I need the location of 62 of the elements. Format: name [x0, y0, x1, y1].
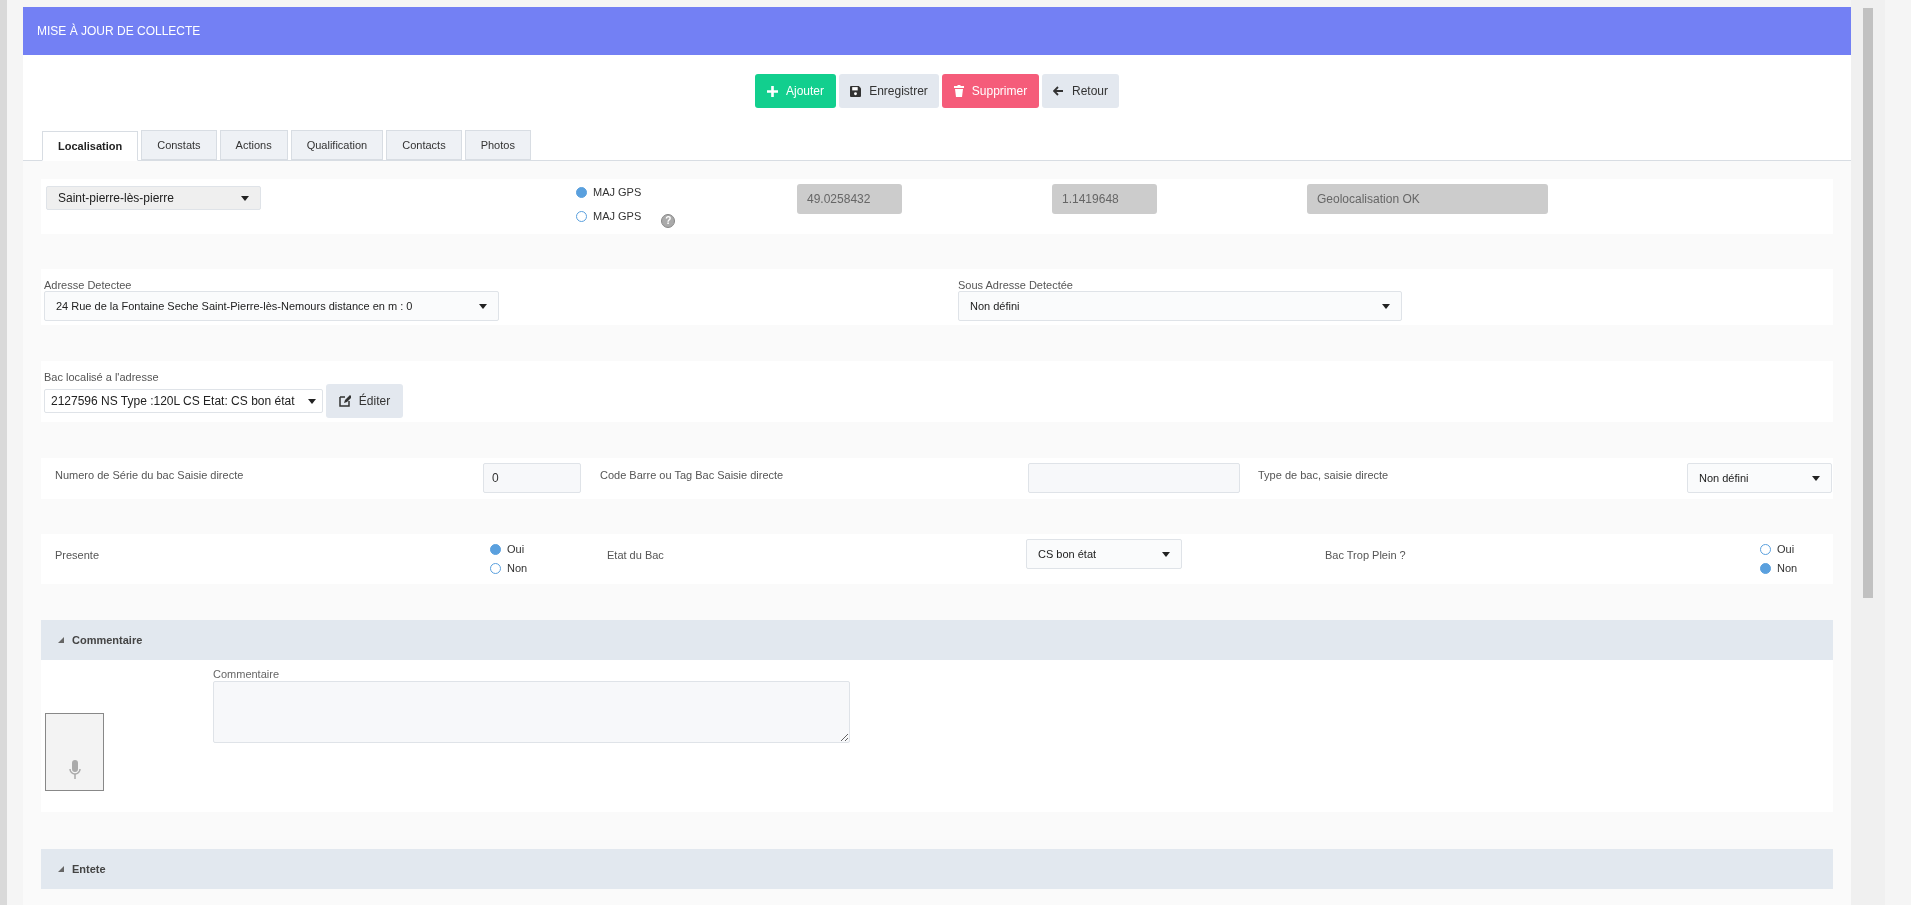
radio-label: MAJ GPS: [593, 208, 642, 224]
radio-button[interactable]: [576, 186, 587, 198]
readonly-field: Geolocalisation OK: [1307, 184, 1548, 214]
field-label: Commentaire: [213, 667, 280, 682]
readonly-field: 1.1419648: [1052, 184, 1157, 214]
tab[interactable]: Actions: [219, 130, 288, 160]
section-title: Commentaire: [72, 632, 143, 648]
radio-label: Oui: [1777, 542, 1795, 557]
trash-icon: [953, 85, 964, 97]
tab[interactable]: Localisation: [42, 131, 139, 161]
radio-button[interactable]: [490, 562, 501, 574]
edit-button[interactable]: Éditer: [326, 384, 403, 418]
section-title: Entete: [72, 861, 106, 877]
field-label: Numero de Série du bac Saisie directe: [55, 468, 244, 483]
expanded-triangle-icon: [58, 866, 64, 872]
dropdown-caret-icon: [308, 398, 316, 404]
dropdown-caret-icon: [1812, 475, 1820, 481]
field-label: Code Barre ou Tag Bac Saisie directe: [600, 468, 784, 483]
edit-icon: [338, 395, 351, 407]
field-label: Type de bac, saisie directe: [1258, 468, 1389, 483]
scrollbar-thumb[interactable]: [1863, 8, 1873, 598]
save-button[interactable]: Enregistrer: [839, 74, 939, 108]
plus-icon: [767, 85, 778, 97]
radio-label: Non: [1777, 561, 1798, 576]
tab[interactable]: Photos: [464, 130, 531, 160]
microphone-icon: [68, 760, 81, 780]
left-arrow-icon: [1053, 86, 1064, 96]
field-label: Etat du Bac: [607, 548, 664, 563]
readonly-field: 49.0258432: [797, 184, 902, 214]
tab[interactable]: Contacts: [386, 130, 462, 160]
radio-label: Oui: [507, 542, 525, 557]
field-label: Bac localisé a l'adresse: [44, 370, 159, 385]
tab[interactable]: Constats: [141, 130, 217, 160]
dropdown[interactable]: Non défini: [1687, 463, 1832, 493]
dropdown[interactable]: Saint-pierre-lès-pierre: [46, 186, 261, 210]
dropdown-caret-icon: [241, 195, 249, 201]
dropdown[interactable]: CS bon état: [1026, 539, 1182, 569]
radio-label: MAJ GPS: [593, 185, 642, 200]
back-button[interactable]: Retour: [1042, 74, 1119, 108]
expanded-triangle-icon: [58, 637, 64, 643]
dropdown[interactable]: 24 Rue de la Fontaine Seche Saint-Pierre-lès-Nemours distance en m : 0: [44, 291, 499, 321]
radio-button[interactable]: [490, 543, 501, 555]
radio-button[interactable]: [576, 210, 587, 222]
field-label: Adresse Detectee: [44, 278, 132, 293]
microphone-button[interactable]: [45, 713, 104, 791]
dropdown-caret-icon: [479, 303, 487, 309]
tab[interactable]: Qualification: [290, 130, 384, 160]
field-label: Presente: [55, 548, 100, 563]
page-title: MISE À JOUR DE COLLECTE: [37, 22, 201, 40]
dropdown[interactable]: Non défini: [958, 291, 1402, 321]
field-label: Bac Trop Plein ?: [1325, 548, 1406, 563]
radio-button[interactable]: [1760, 562, 1771, 574]
section-header[interactable]: Commentaire: [41, 620, 1833, 660]
dropdown-caret-icon: [1162, 551, 1170, 557]
radio-label: Non: [507, 561, 528, 576]
serial-input[interactable]: 0: [483, 463, 581, 493]
radio-button[interactable]: [1760, 543, 1771, 555]
barcode-input[interactable]: [1028, 463, 1240, 493]
field-label: Sous Adresse Detectée: [958, 278, 1073, 293]
dropdown[interactable]: 2127596 NS Type :120L CS Etat: CS bon état: [44, 389, 323, 413]
dropdown-caret-icon: [1382, 303, 1390, 309]
section-header[interactable]: Entete: [41, 849, 1833, 889]
